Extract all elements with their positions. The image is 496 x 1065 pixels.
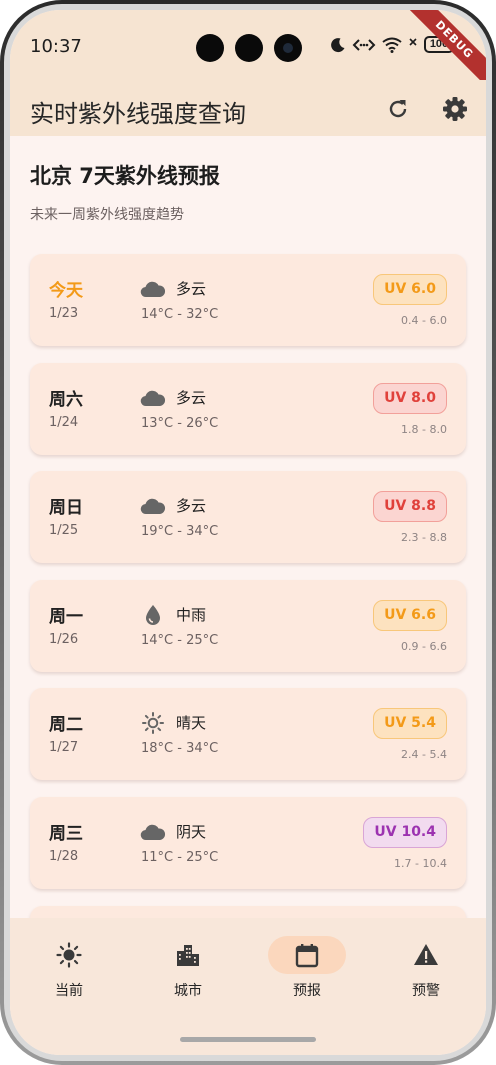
app-title: 实时紫外线强度查询 — [30, 100, 246, 128]
nav-item-alerts[interactable]: 预警 — [386, 936, 466, 1006]
no-signal-icon — [409, 37, 417, 46]
wifi-icon — [382, 37, 402, 53]
sun-icon — [140, 712, 166, 735]
weather-description: 阴天 — [176, 823, 207, 841]
uv-range: 2.4 - 5.4 — [401, 748, 447, 762]
calendar-icon — [295, 944, 319, 968]
temperature-range: 18°C - 34°C — [141, 741, 219, 757]
forecast-card[interactable]: 周日 1/25 多云 19°C - 34°C UV 8.8 2.3 - 8.8 — [30, 471, 466, 564]
temperature-range: 11°C - 25°C — [141, 850, 219, 865]
forecast-day: 今天 — [49, 281, 83, 301]
camera-cutout — [196, 34, 302, 62]
weather-description: 多云 — [176, 280, 207, 298]
uv-range: 1.7 - 10.4 — [394, 857, 447, 870]
settings-button[interactable] — [442, 96, 468, 122]
nav-icon-container — [268, 936, 346, 974]
nav-label: 当前 — [55, 983, 83, 999]
forecast-date: 1/27 — [49, 740, 79, 756]
uv-index-badge: UV 5.4 — [373, 708, 447, 740]
cloud-icon — [140, 278, 166, 300]
status-icons: 100 — [330, 36, 454, 53]
nav-item-forecast[interactable]: 预报 — [267, 936, 347, 1006]
temperature-range: 13°C - 26°C — [141, 415, 219, 431]
forecast-card[interactable]: 周二 1/27 晴天 18°C - 34°C UV 5.4 2.4 - 5.4 — [30, 688, 466, 781]
moon-icon — [331, 37, 345, 52]
nav-label: 预报 — [293, 983, 321, 999]
weather-description: 多云 — [176, 497, 207, 516]
camera-lens-icon — [274, 34, 302, 62]
forecast-title: 北京 7天紫外线预报 — [30, 164, 220, 188]
uv-index-badge: UV 8.0 — [373, 382, 447, 414]
nav-icon-container — [30, 936, 108, 974]
bottom-navigation: 当前 城市 预报 预警 — [10, 918, 486, 1055]
forecast-day: 周一 — [49, 606, 83, 627]
forecast-date: 1/25 — [49, 523, 79, 539]
refresh-icon — [389, 100, 407, 118]
temperature-range: 14°C - 25°C — [141, 632, 219, 648]
temperature-range: 19°C - 34°C — [141, 524, 219, 540]
nav-icon-container — [387, 936, 465, 974]
forecast-day: 周二 — [49, 715, 83, 736]
forecast-card[interactable]: 周一 1/26 中雨 14°C - 25°C UV 6.6 0.9 - 6.6 — [30, 579, 466, 672]
forecast-date: 1/28 — [49, 849, 79, 864]
uv-index-badge: UV 6.6 — [373, 599, 447, 631]
cloud-icon — [140, 821, 166, 843]
warning-icon — [414, 944, 438, 965]
rain-drop-icon — [140, 604, 166, 626]
app-bar: 实时紫外线强度查询 — [10, 80, 486, 136]
forecast-card[interactable] — [30, 905, 466, 918]
forecast-day: 周六 — [49, 389, 83, 410]
weather-description: 多云 — [176, 388, 207, 407]
uv-range: 0.9 - 6.6 — [401, 639, 447, 653]
forecast-date: 1/24 — [49, 414, 79, 430]
forecast-date: 1/26 — [49, 631, 79, 647]
gear-icon — [443, 97, 467, 121]
uv-index-badge: UV 10.4 — [363, 817, 447, 848]
status-time: 10:37 — [30, 36, 82, 57]
camera-dot-icon — [235, 34, 263, 62]
forecast-day: 周日 — [49, 498, 83, 519]
nav-label: 城市 — [174, 983, 202, 999]
forecast-day: 周三 — [49, 824, 83, 844]
city-buildings-icon — [177, 945, 199, 966]
screen: 10:37 100 DEBUG 实时紫外线强度查询 北京 7天紫外线预报 未来一… — [10, 10, 486, 1055]
uv-range: 0.4 - 6.0 — [401, 314, 447, 327]
weather-description: 晴天 — [176, 714, 207, 733]
status-bar: 10:37 100 DEBUG — [10, 10, 486, 97]
camera-dot-icon — [196, 34, 224, 62]
cloud-icon — [140, 495, 166, 517]
forecast-content[interactable]: 北京 7天紫外线预报 未来一周紫外线强度趋势 今天 1/23 多云 14°C - 32… — [10, 136, 486, 918]
forecast-card[interactable]: 周三 1/28 阴天 11°C - 25°C UV 10.4 1.7 - 10.4 — [30, 797, 466, 889]
nav-label: 预警 — [412, 983, 440, 999]
nav-item-current[interactable]: 当前 — [29, 936, 109, 1006]
sun-icon — [56, 942, 82, 968]
forecast-card[interactable]: 周六 1/24 多云 13°C - 26°C UV 8.0 1.8 - 8.0 — [30, 362, 466, 455]
code-arrows-icon — [352, 38, 376, 51]
cloud-icon — [140, 387, 166, 409]
refresh-button[interactable] — [385, 96, 411, 122]
forecast-subtitle: 未来一周紫外线强度趋势 — [30, 207, 184, 223]
nav-icon-container — [149, 936, 227, 974]
uv-range: 2.3 - 8.8 — [401, 531, 447, 545]
uv-range: 1.8 - 8.0 — [401, 422, 447, 436]
forecast-date: 1/23 — [49, 306, 79, 321]
uv-index-badge: UV 8.8 — [373, 491, 447, 523]
home-indicator[interactable] — [180, 1037, 316, 1042]
temperature-range: 14°C - 32°C — [141, 307, 219, 322]
weather-description: 中雨 — [176, 605, 207, 624]
uv-index-badge: UV 6.0 — [373, 274, 447, 305]
forecast-card[interactable]: 今天 1/23 多云 14°C - 32°C UV 6.0 0.4 - 6.0 — [30, 254, 466, 346]
nav-item-city[interactable]: 城市 — [148, 936, 228, 1006]
